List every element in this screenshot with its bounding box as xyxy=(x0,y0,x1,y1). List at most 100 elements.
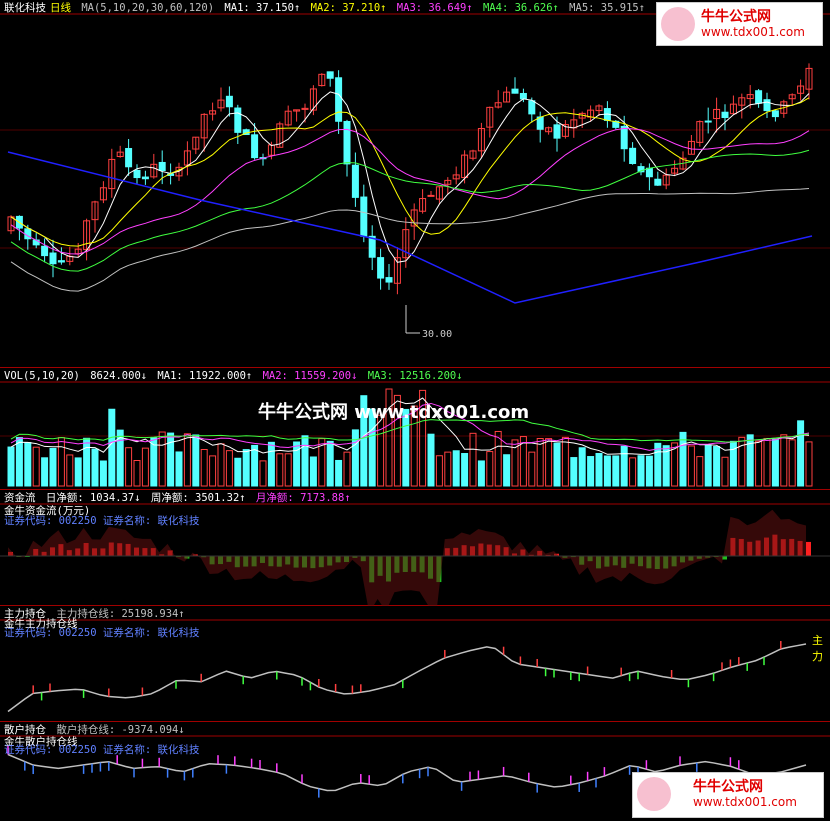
volume-bar xyxy=(343,451,351,487)
volume-bar xyxy=(746,434,754,487)
ma-params: MA(5,10,20,30,60,120) xyxy=(81,2,215,14)
logo-title: 牛牛公式网 xyxy=(693,779,763,795)
candle-body xyxy=(620,125,628,150)
volume-panel[interactable]: VOL(5,10,20) 8624.000↓ MA1: 11922.000↑ M… xyxy=(0,368,830,490)
volume-bar xyxy=(326,440,334,487)
volume-bar xyxy=(24,442,32,487)
candle-body xyxy=(519,92,527,100)
top-logo: 牛牛公式网 www.tdx001.com xyxy=(656,2,823,46)
candle-body xyxy=(360,196,368,237)
volume-bar xyxy=(57,437,65,487)
volume-bar xyxy=(797,420,805,487)
main-position-line xyxy=(7,643,807,713)
candle-body xyxy=(343,121,351,165)
volume-bar xyxy=(461,453,469,487)
volume-bar xyxy=(141,447,149,487)
volume-bar xyxy=(780,434,788,487)
volume-bar xyxy=(217,443,225,487)
ma2-value: MA2: 37.210↑ xyxy=(310,2,387,14)
candle-body xyxy=(141,176,149,180)
volume-chart[interactable] xyxy=(0,368,830,490)
period-label[interactable]: 日线 xyxy=(50,2,71,14)
kline-chart[interactable] xyxy=(0,0,830,368)
volume-bar xyxy=(713,446,721,487)
candle-body xyxy=(351,164,359,198)
volume-bar xyxy=(234,457,242,487)
volume-bar xyxy=(528,451,536,487)
volume-bar xyxy=(578,447,586,487)
candle-body xyxy=(654,178,662,186)
logo-url: www.tdx001.com xyxy=(701,25,805,39)
vol-ma1: MA1: 11922.000↑ xyxy=(157,370,253,382)
vol-ma3: MA3: 12516.200↓ xyxy=(367,370,463,382)
volume-bar xyxy=(242,449,250,487)
volume-bar xyxy=(259,460,267,487)
volume-bar xyxy=(629,457,637,487)
fund-flow-chart[interactable] xyxy=(0,490,830,606)
retail-position-label: 散户持仓 xyxy=(4,724,46,736)
volume-bar xyxy=(570,457,578,487)
volume-bar xyxy=(351,429,359,487)
fund-flow-panel[interactable]: 资金流 日净额: 1034.37↓ 周净额: 3501.32↑ 月净额: 717… xyxy=(0,490,830,606)
candle-body xyxy=(133,169,141,179)
main-position-panel[interactable]: 主力持仓 主力持仓线: 25198.934↑ 金牛主力持仓线 证券代码: 002… xyxy=(0,606,830,722)
logo-title: 牛牛公式网 xyxy=(701,9,771,25)
volume-bar xyxy=(133,459,141,487)
volume-bar xyxy=(183,433,191,487)
volume-bar xyxy=(335,459,343,487)
center-watermark: 牛牛公式网 www.tdx001.com xyxy=(258,402,530,423)
volume-bar xyxy=(805,441,813,487)
candle-body xyxy=(704,120,712,123)
fund-flow-label: 资金流 xyxy=(4,492,36,504)
candle-body xyxy=(629,147,637,164)
fund-flow-header: 资金流 日净额: 1034.37↓ 周净额: 3501.32↑ 月净额: 717… xyxy=(4,492,355,505)
volume-bar xyxy=(284,453,292,487)
volume-bar xyxy=(158,431,166,487)
volume-bar xyxy=(687,445,695,487)
candle-body xyxy=(335,77,343,122)
candle-body xyxy=(41,245,49,257)
ma3-value: MA3: 36.649↑ xyxy=(396,2,473,14)
volume-bar xyxy=(788,439,796,487)
volume-bar xyxy=(595,452,603,487)
volume-bar xyxy=(74,457,82,487)
vol-ma2: MA2: 11559.200↓ xyxy=(262,370,358,382)
volume-bar xyxy=(377,414,385,487)
candle-body xyxy=(225,95,233,108)
volume-header: VOL(5,10,20) 8624.000↓ MA1: 11922.000↑ M… xyxy=(4,370,467,383)
volume-bar xyxy=(276,453,284,487)
kline-header: 联化科技 日线 MA(5,10,20,30,60,120) MA1: 37.150… xyxy=(4,2,649,15)
volume-bar xyxy=(167,432,175,487)
volume-bar xyxy=(444,451,452,487)
candle-body xyxy=(326,71,334,79)
volume-bar xyxy=(225,450,233,487)
candle-body xyxy=(49,252,57,265)
volume-bar xyxy=(637,455,645,487)
volume-bar xyxy=(15,437,23,487)
ma4-line xyxy=(10,149,810,272)
flow-bar xyxy=(806,541,811,556)
candle-body xyxy=(511,88,519,94)
volume-bar xyxy=(704,444,712,487)
volume-bar xyxy=(696,456,704,487)
candle-body xyxy=(251,134,259,159)
candle-body xyxy=(763,99,771,112)
volume-bar xyxy=(91,448,99,487)
volume-bar xyxy=(536,437,544,487)
ma5-value: MA5: 35.915↑ xyxy=(569,2,646,14)
volume-bar xyxy=(469,432,477,487)
candle-body xyxy=(427,194,435,197)
stock-name: 联化科技 xyxy=(4,2,46,14)
kline-panel[interactable]: 联化科技 日线 MA(5,10,20,30,60,120) MA1: 37.150… xyxy=(0,0,830,368)
candle-body xyxy=(385,277,393,283)
candle-body xyxy=(125,148,133,168)
ma1-line xyxy=(10,91,810,263)
volume-bar xyxy=(200,448,208,487)
volume-bar xyxy=(494,430,502,487)
candle-body xyxy=(645,167,653,178)
volume-bar xyxy=(293,441,301,487)
main-position-chart[interactable] xyxy=(0,606,830,722)
retail-position-code: 证券代码: 002250 证券名称: 联化科技 xyxy=(4,744,200,756)
volume-bar xyxy=(587,456,595,487)
volume-bar xyxy=(209,455,217,487)
